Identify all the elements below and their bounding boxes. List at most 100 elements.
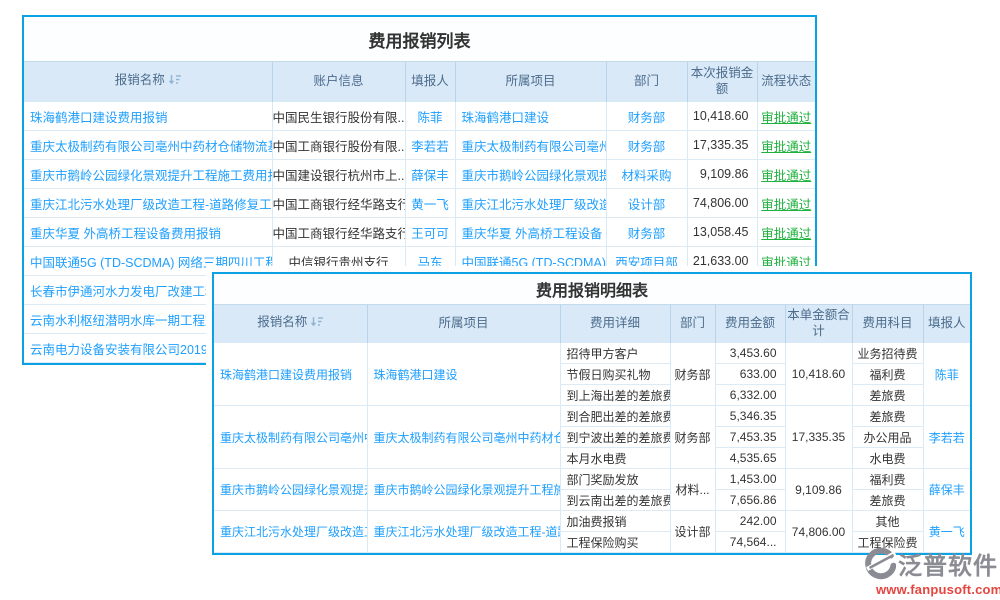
filler-link[interactable]: 李若若: [923, 406, 970, 469]
reimbursement-name-link[interactable]: 重庆太极制药有限公司亳州中药材仓储物流基地项...: [24, 131, 272, 160]
detail-col-header-total-amount: 本单金额合计: [785, 305, 852, 343]
project-link[interactable]: 重庆太极制药有限公司亳州中...: [455, 131, 606, 160]
amount-cell: 17,335.35: [687, 131, 757, 160]
expense-detail-panel: 费用报销明细表 报销名称 所属项目 费用详细 部门 费用金额 本单金额合计 费用…: [212, 272, 972, 555]
project-link[interactable]: 重庆太极制药有限公司亳州中药材仓储物流: [367, 406, 560, 469]
expense-amount-cell: 633.00: [715, 364, 785, 385]
expense-detail-cell: 本月水电费: [560, 448, 670, 469]
brand-watermark: 泛普软件 www.fanpusoft.com: [862, 546, 998, 597]
project-link[interactable]: 重庆市鹅岭公园绿化景观提升工程施工: [367, 469, 560, 511]
reimbursement-name-link[interactable]: 重庆江北污水处理厂级改造工程-道路修复工程费用...: [24, 189, 272, 218]
amount-cell: 9,109.86: [687, 160, 757, 189]
filler-link[interactable]: 李若若: [405, 131, 455, 160]
detail-col-header-filler: 填报人: [923, 305, 970, 343]
expense-detail-cell: 部门奖励发放: [560, 469, 670, 490]
detail-col-header-expense-amount: 费用金额: [715, 305, 785, 343]
expense-detail-cell: 到合肥出差的差旅费: [560, 406, 670, 427]
account-info-cell: 中国民生银行股份有限...: [272, 102, 405, 131]
brand-name: 泛普软件: [898, 546, 998, 581]
account-info-cell: 中国工商银行经华路支行: [272, 218, 405, 247]
filler-link[interactable]: 薛保丰: [405, 160, 455, 189]
detail-col-header-reimbursement-name[interactable]: 报销名称: [214, 305, 367, 343]
status-link[interactable]: 审批通过: [757, 131, 815, 160]
project-link[interactable]: 重庆华夏 外高桥工程设备: [455, 218, 606, 247]
col-header-reimbursement-name[interactable]: 报销名称: [24, 62, 272, 102]
col-header-account-info: 账户信息: [272, 62, 405, 102]
project-link[interactable]: 珠海鹤港口建设: [455, 102, 606, 131]
filler-link[interactable]: 薛保丰: [923, 469, 970, 511]
expense-detail-row: 重庆市鹅岭公园绿化景观提升工程重庆市鹅岭公园绿化景观提升工程施工部门奖励发放材料…: [214, 469, 970, 490]
status-link[interactable]: 审批通过: [757, 160, 815, 189]
expense-list-row: 重庆华夏 外高桥工程设备费用报销中国工商银行经华路支行王可可重庆华夏 外高桥工程…: [24, 218, 815, 247]
total-amount-cell: 17,335.35: [785, 406, 852, 469]
department-link[interactable]: 财务部: [606, 131, 687, 160]
detail-col-header-department: 部门: [670, 305, 715, 343]
expense-detail-cell: 工程保险购买: [560, 532, 670, 553]
col-header-status: 流程状态: [757, 62, 815, 102]
department-link[interactable]: 财务部: [606, 218, 687, 247]
expense-detail-cell: 到宁波出差的差旅费: [560, 427, 670, 448]
amount-cell: 74,806.00: [687, 189, 757, 218]
reimbursement-name-link[interactable]: 重庆江北污水处理厂级改造工程-: [214, 511, 367, 553]
reimbursement-name-link[interactable]: 重庆太极制药有限公司亳州中药材: [214, 406, 367, 469]
expense-detail-cell: 节假日购买礼物: [560, 364, 670, 385]
sort-descending-icon[interactable]: [311, 316, 323, 332]
expense-amount-cell: 242.00: [715, 511, 785, 532]
expense-category-cell: 水电费: [852, 448, 923, 469]
detail-col-header-expense-detail: 费用详细: [560, 305, 670, 343]
department-cell: 财务部: [670, 406, 715, 469]
expense-category-cell: 其他: [852, 511, 923, 532]
reimbursement-name-link[interactable]: 重庆华夏 外高桥工程设备费用报销: [24, 218, 272, 247]
brand-url: www.fanpusoft.com: [862, 582, 998, 597]
expense-list-row: 重庆太极制药有限公司亳州中药材仓储物流基地项...中国工商银行股份有限...李若…: [24, 131, 815, 160]
account-info-cell: 中国工商银行股份有限...: [272, 131, 405, 160]
department-link[interactable]: 材料采购: [606, 160, 687, 189]
status-link[interactable]: 审批通过: [757, 218, 815, 247]
fanpu-swoosh-icon: [862, 547, 896, 581]
col-header-reimbursement-name-label: 报销名称: [115, 73, 165, 87]
project-link[interactable]: 重庆市鹅岭公园绿化景观提升...: [455, 160, 606, 189]
expense-detail-cell: 招待甲方客户: [560, 343, 670, 364]
filler-link[interactable]: 王可可: [405, 218, 455, 247]
filler-link[interactable]: 陈菲: [405, 102, 455, 131]
expense-detail-cell: 到上海出差的差旅费: [560, 385, 670, 406]
project-link[interactable]: 重庆江北污水处理厂级改造工...: [455, 189, 606, 218]
department-cell: 材料...: [670, 469, 715, 511]
expense-amount-cell: 5,346.35: [715, 406, 785, 427]
account-info-cell: 中国建设银行杭州市上...: [272, 160, 405, 189]
project-link[interactable]: 重庆江北污水处理厂级改造工程-道路修复工: [367, 511, 560, 553]
expense-detail-cell: 到云南出差的差旅费: [560, 490, 670, 511]
sort-descending-icon[interactable]: [169, 74, 181, 90]
expense-category-cell: 福利费: [852, 469, 923, 490]
expense-detail-row: 重庆太极制药有限公司亳州中药材重庆太极制药有限公司亳州中药材仓储物流到合肥出差的…: [214, 406, 970, 427]
col-header-amount: 本次报销金额: [687, 62, 757, 102]
department-link[interactable]: 财务部: [606, 102, 687, 131]
filler-link[interactable]: 黄一飞: [405, 189, 455, 218]
col-header-project: 所属项目: [455, 62, 606, 102]
reimbursement-name-link[interactable]: 珠海鹤港口建设费用报销: [214, 343, 367, 406]
expense-category-cell: 办公用品: [852, 427, 923, 448]
reimbursement-name-link[interactable]: 重庆市鹅岭公园绿化景观提升工程施工费用报销: [24, 160, 272, 189]
expense-detail-row: 重庆江北污水处理厂级改造工程-重庆江北污水处理厂级改造工程-道路修复工加油费报销…: [214, 511, 970, 532]
expense-amount-cell: 6,332.00: [715, 385, 785, 406]
expense-amount-cell: 1,453.00: [715, 469, 785, 490]
expense-detail-table: 报销名称 所属项目 费用详细 部门 费用金额 本单金额合计 费用科目 填报人 珠…: [214, 304, 970, 553]
department-cell: 财务部: [670, 343, 715, 406]
expense-category-cell: 差旅费: [852, 385, 923, 406]
reimbursement-name-link[interactable]: 珠海鹤港口建设费用报销: [24, 102, 272, 131]
filler-link[interactable]: 陈菲: [923, 343, 970, 406]
status-link[interactable]: 审批通过: [757, 102, 815, 131]
expense-amount-cell: 74,564...: [715, 532, 785, 553]
expense-detail-body: 珠海鹤港口建设费用报销珠海鹤港口建设招待甲方客户财务部3,453.6010,41…: [214, 343, 970, 553]
department-link[interactable]: 设计部: [606, 189, 687, 218]
expense-detail-title: 费用报销明细表: [214, 274, 970, 304]
detail-col-header-reimbursement-name-label: 报销名称: [257, 315, 307, 329]
col-header-department: 部门: [606, 62, 687, 102]
total-amount-cell: 9,109.86: [785, 469, 852, 511]
status-link[interactable]: 审批通过: [757, 189, 815, 218]
reimbursement-name-link[interactable]: 重庆市鹅岭公园绿化景观提升工程: [214, 469, 367, 511]
amount-cell: 10,418.60: [687, 102, 757, 131]
project-link[interactable]: 珠海鹤港口建设: [367, 343, 560, 406]
expense-list-row: 珠海鹤港口建设费用报销中国民生银行股份有限...陈菲珠海鹤港口建设财务部10,4…: [24, 102, 815, 131]
account-info-cell: 中国工商银行经华路支行: [272, 189, 405, 218]
